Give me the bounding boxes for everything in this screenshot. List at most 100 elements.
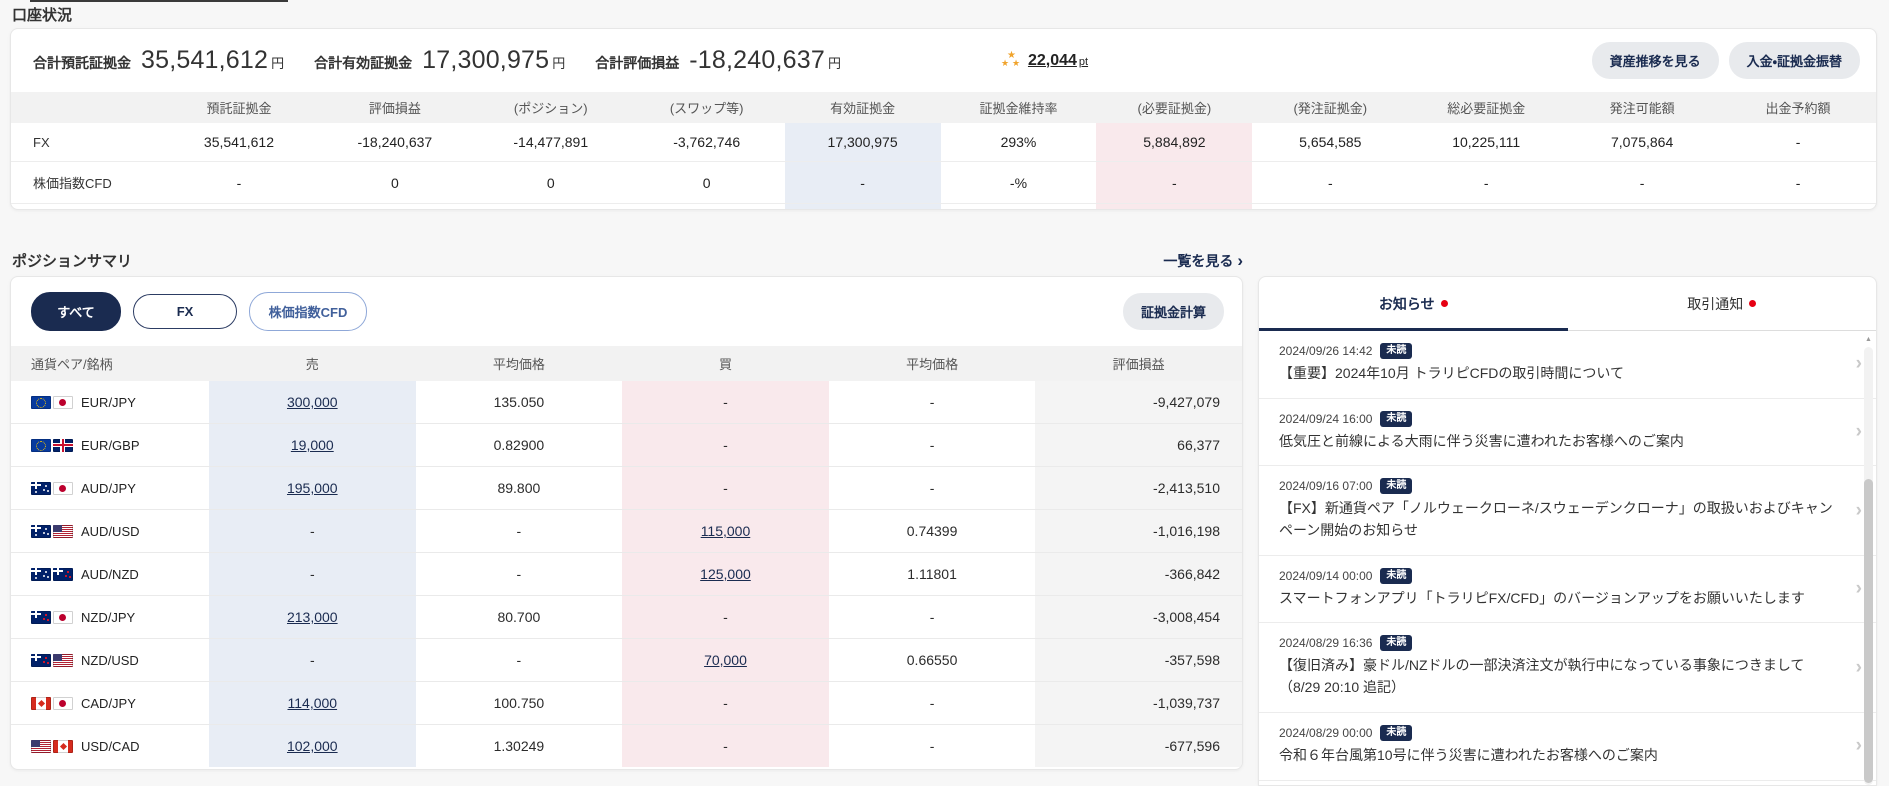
position-row[interactable]: NZD/JPY 213,000 80.700 - - -3,008,454 [11, 595, 1242, 639]
pair-name: EUR/JPY [81, 394, 136, 410]
position-row[interactable]: EUR/JPY 300,000 135.050 - - -9,427,079 [11, 381, 1242, 424]
position-row[interactable]: CAD/JPY 114,000 100.750 - - -1,039,737 [11, 681, 1242, 725]
sell-quantity-link[interactable]: - [310, 523, 315, 539]
unread-badge: 未読 [1380, 478, 1413, 495]
eu-flag-icon [31, 438, 51, 452]
position-row[interactable]: AUD/JPY 195,000 89.800 - - -2,413,510 [11, 466, 1242, 510]
sell-quantity-link[interactable]: 114,000 [288, 695, 338, 711]
account-table-header-row: 預託証拠金 評価損益 (ポジション) (スワップ等) 有効証拠金 証拠金維持率 (必要証拠金… [11, 92, 1876, 123]
view-asset-trend-button[interactable]: 資産推移を見る [1591, 42, 1719, 79]
deposit-transfer-button[interactable]: 入金・証拠金振替 [1728, 42, 1860, 79]
ca-flag-icon [53, 739, 73, 753]
valuation-pl-value: -677,596 [1035, 724, 1242, 767]
sell-quantity-link[interactable]: - [310, 566, 315, 582]
gb-flag-icon [53, 438, 73, 452]
pair-name: USD/CAD [81, 738, 140, 754]
account-column-header: 評価損益 [316, 92, 473, 123]
news-title: 低気圧と前線による大雨に伴う災害に遭われたお客様へのご案内 [1279, 432, 1684, 449]
news-item[interactable]: 2024/08/29 16:36 未読 【復旧済み】豪ドル/NZドルの一部決済注… [1259, 623, 1876, 713]
points-link[interactable]: 22,044 [1028, 52, 1077, 70]
margin-calc-button[interactable]: 証拠金計算 [1122, 293, 1224, 330]
points-display[interactable]: ★ ★ ★ 22,044 pt [1001, 51, 1088, 70]
account-cell: -% [940, 161, 1097, 204]
account-column-header: 出金予約額 [1720, 92, 1876, 123]
tab-notices[interactable]: お知らせ [1259, 277, 1568, 331]
buy-quantity-link[interactable]: - [723, 394, 728, 410]
buy-quantity-link[interactable]: 125,000 [700, 566, 751, 582]
news-datetime: 2024/08/29 16:36 [1279, 636, 1373, 651]
account-cell: 293% [1000, 134, 1037, 150]
news-title: 令和６年台風第10号に伴う災害に遭われたお客様へのご案内 [1279, 746, 1658, 763]
valuation-pl-value: -366,842 [1035, 552, 1242, 596]
sell-quantity-link[interactable]: 195,000 [287, 480, 338, 496]
buy-average-price: - [828, 423, 1036, 467]
valuation-pl-value: -2,413,510 [1035, 466, 1242, 510]
scroll-up-arrow-icon[interactable]: ▲ [1863, 334, 1874, 346]
tab-index-cfd[interactable]: 株価指数CFD [249, 292, 367, 331]
sell-quantity-link[interactable]: 102,000 [287, 738, 338, 754]
position-row[interactable]: NZD/USD - - 70,000 0.66550 -357,598 [11, 638, 1242, 682]
buy-quantity-link[interactable]: 115,000 [701, 523, 751, 539]
position-row[interactable]: AUD/NZD - - 125,000 1.11801 -366,842 [11, 552, 1242, 596]
account-cell: 5,884,892 [1096, 123, 1253, 162]
pair-flags [31, 395, 73, 409]
news-meta: 2024/09/16 07:00 未読 [1279, 478, 1836, 495]
buy-quantity-link[interactable]: - [723, 609, 728, 625]
news-item[interactable]: 2024/09/26 14:42 未読 【重要】2024年10月 トラリピCFD… [1259, 331, 1876, 399]
position-summary-card: すべて FX 株価指数CFD 証拠金計算 通貨ペア/銘柄売平均価格買平均価格 評価… [10, 276, 1243, 770]
position-toolbar: すべて FX 株価指数CFD 証拠金計算 [11, 277, 1242, 346]
news-meta: 2024/09/14 00:00 未読 [1279, 567, 1836, 584]
scrollbar-thumb[interactable] [1864, 479, 1873, 783]
account-column-header: 発注可能額 [1564, 92, 1721, 123]
unread-badge: 未読 [1380, 410, 1413, 427]
points-unit[interactable]: pt [1079, 56, 1088, 68]
account-cell: 17,300,975 [784, 123, 941, 162]
news-datetime: 2024/09/24 16:00 [1279, 411, 1373, 426]
unread-badge: 未読 [1380, 724, 1413, 741]
buy-quantity-link[interactable]: - [723, 738, 728, 754]
account-cell: -14,477,891 [513, 134, 589, 150]
news-scrollbar[interactable]: ▲ [1863, 334, 1874, 785]
sell-quantity-link[interactable]: 300,000 [287, 394, 338, 410]
news-datetime: 2024/08/29 00:00 [1279, 725, 1373, 740]
news-item[interactable]: 2024/09/14 00:00 未読 スマートフォンアプリ「トラリピFX/CF… [1259, 556, 1876, 624]
sell-quantity-link[interactable]: 213,000 [287, 609, 338, 625]
position-row[interactable]: AUD/USD - - 115,000 0.74399 -1,016,198 [11, 509, 1242, 553]
account-column-header: 総必要証拠金 [1408, 92, 1565, 123]
buy-quantity-link[interactable]: - [723, 695, 728, 711]
unread-badge: 未読 [1380, 343, 1413, 359]
sell-average-price: 0.82900 [415, 423, 623, 467]
buy-quantity-link[interactable]: 70,000 [704, 652, 747, 668]
valuation-pl-value: -3,008,454 [1035, 595, 1242, 639]
tab-trade-notifications-label: 取引通知 [1687, 296, 1744, 312]
pair-name: NZD/USD [81, 652, 139, 668]
buy-quantity-link[interactable]: - [723, 437, 728, 453]
pair-flags [31, 438, 73, 452]
news-title: 【FX】新通貨ペア「ノルウェークローネ/スウェーデンクローナ」の取扱いおよびキャ… [1279, 500, 1833, 539]
buy-average-price: 0.66550 [828, 638, 1036, 682]
news-item[interactable]: 2024/08/29 00:00 未読 令和６年台風第10号に伴う災害に遭われた… [1259, 713, 1876, 781]
pair-flags [31, 567, 73, 581]
tab-trade-notifications[interactable]: 取引通知 [1568, 277, 1877, 330]
tab-all[interactable]: すべて [31, 292, 121, 331]
position-table: 通貨ペア/銘柄売平均価格買平均価格 評価損益 EUR/JPY 300,000 13… [11, 346, 1242, 767]
sell-average-price: 80.700 [415, 595, 623, 639]
total-effective-margin-label: 合計有効証拠金 [314, 55, 413, 71]
account-column-header: (ポジション) [472, 92, 629, 123]
total-deposit-margin-value: 35,541,612 [141, 46, 269, 74]
pair-flags [31, 610, 73, 624]
news-item[interactable]: 2024/09/24 16:00 未読 低気圧と前線による大雨に伴う災害に遭われ… [1259, 399, 1876, 467]
valuation-pl-value: -9,427,079 [1035, 381, 1242, 424]
sell-quantity-link[interactable]: 19,000 [291, 437, 334, 453]
pair-name: EUR/GBP [81, 437, 140, 453]
jp-flag-icon [53, 696, 73, 710]
sell-quantity-link[interactable]: - [310, 652, 315, 668]
position-row[interactable]: USD/CAD 102,000 1.30249 - - -677,596 [11, 724, 1242, 767]
account-cell: - [784, 161, 941, 204]
valuation-pl-value: -1,016,198 [1035, 509, 1242, 553]
view-all-link[interactable]: 一覧を見る › [1163, 251, 1243, 271]
tab-fx[interactable]: FX [133, 294, 237, 329]
buy-quantity-link[interactable]: - [723, 480, 728, 496]
news-item[interactable]: 2024/09/16 07:00 未読 【FX】新通貨ペア「ノルウェークローネ/… [1259, 466, 1876, 556]
position-row[interactable]: EUR/GBP 19,000 0.82900 - - 66,377 [11, 423, 1242, 467]
